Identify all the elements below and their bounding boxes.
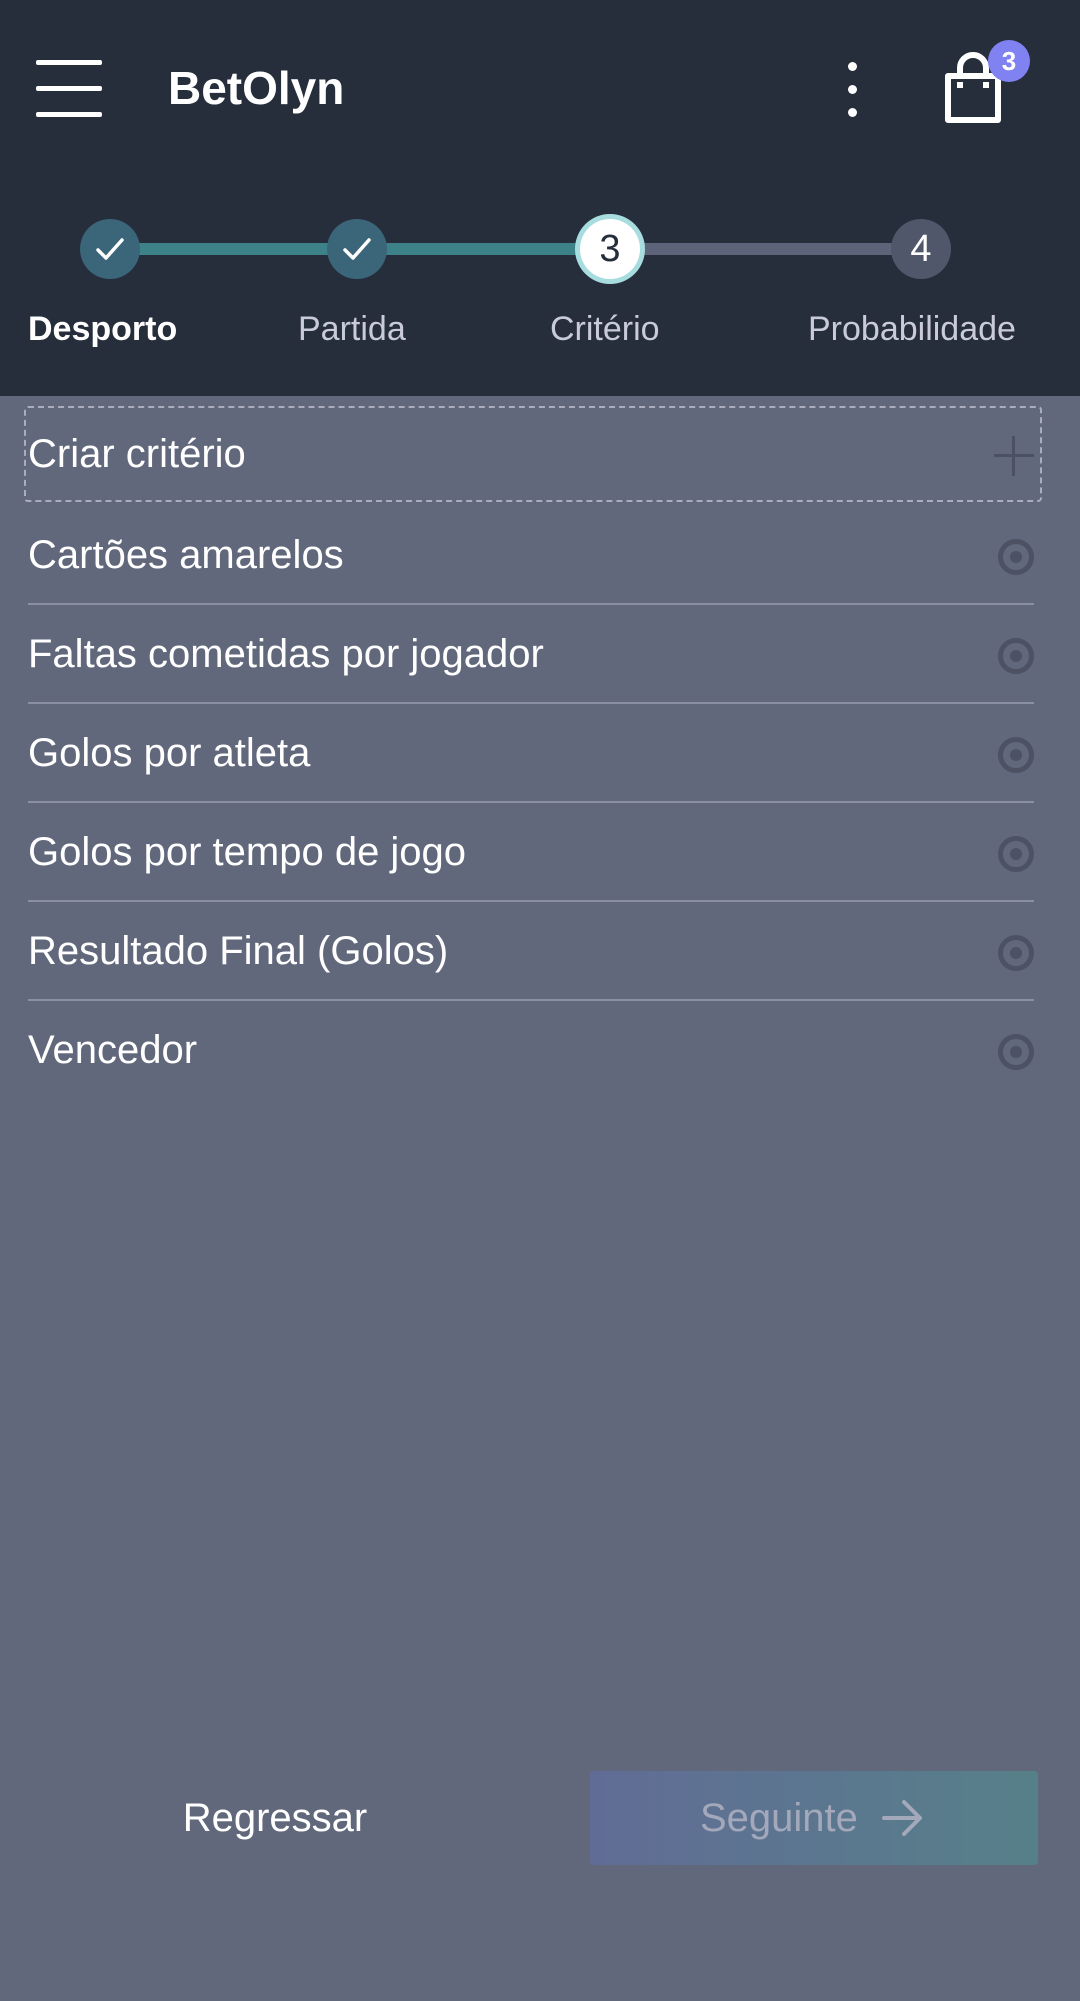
divider [28,702,1034,704]
criterion-label: Resultado Final (Golos) [28,929,449,973]
criterion-label: Cartões amarelos [28,533,344,577]
menu-icon[interactable] [36,58,102,120]
back-button[interactable]: Regressar [120,1770,430,1866]
criterion-option[interactable]: Vencedor [28,1002,1034,1100]
step-2-check-icon [327,219,387,279]
progress-track-remaining [610,243,920,255]
divider [28,900,1034,902]
progress-stepper: 3 4 Desporto Partida Critério Probabilid… [0,180,1080,396]
criterion-option[interactable]: Faltas cometidas por jogador [28,606,1034,704]
step-label-desporto[interactable]: Desporto [28,306,177,352]
radio-icon[interactable] [998,836,1034,872]
arrow-right-icon [880,1797,926,1839]
criterion-option[interactable]: Resultado Final (Golos) [28,903,1034,1001]
create-criterion-label: Criar critério [28,432,246,476]
divider [28,801,1034,803]
plus-icon [994,436,1034,476]
criterion-option[interactable]: Cartões amarelos [28,507,1034,605]
step-1-check-icon [80,219,140,279]
criterion-label: Golos por atleta [28,731,311,775]
next-button[interactable]: Seguinte [590,1771,1038,1865]
criterion-label: Faltas cometidas por jogador [28,632,544,676]
divider [28,999,1034,1001]
cart-count-badge: 3 [988,40,1030,82]
radio-icon[interactable] [998,638,1034,674]
criterion-label: Vencedor [28,1028,198,1072]
radio-icon[interactable] [998,737,1034,773]
criterion-option[interactable]: Golos por tempo de jogo [28,804,1034,902]
criterion-option[interactable]: Golos por atleta [28,705,1034,803]
create-criterion-button[interactable]: Criar critério [24,406,1042,502]
step-4-indicator: 4 [891,219,951,279]
divider [28,603,1034,605]
next-button-label: Seguinte [700,1796,858,1840]
more-vert-icon[interactable] [830,56,874,126]
app-title: BetOlyn [168,62,345,114]
radio-icon[interactable] [998,1034,1034,1070]
step-label-probabilidade[interactable]: Probabilidade [808,306,1016,352]
criterion-label: Golos por tempo de jogo [28,830,467,874]
app-header: BetOlyn 3 3 4 Desporto Partida Critério … [0,0,1080,396]
step-3-indicator: 3 [580,219,640,279]
app-bar: BetOlyn 3 [0,0,1080,180]
step-label-criterio[interactable]: Critério [550,306,660,352]
step-label-partida[interactable]: Partida [298,306,406,352]
radio-icon[interactable] [998,539,1034,575]
radio-icon[interactable] [998,935,1034,971]
